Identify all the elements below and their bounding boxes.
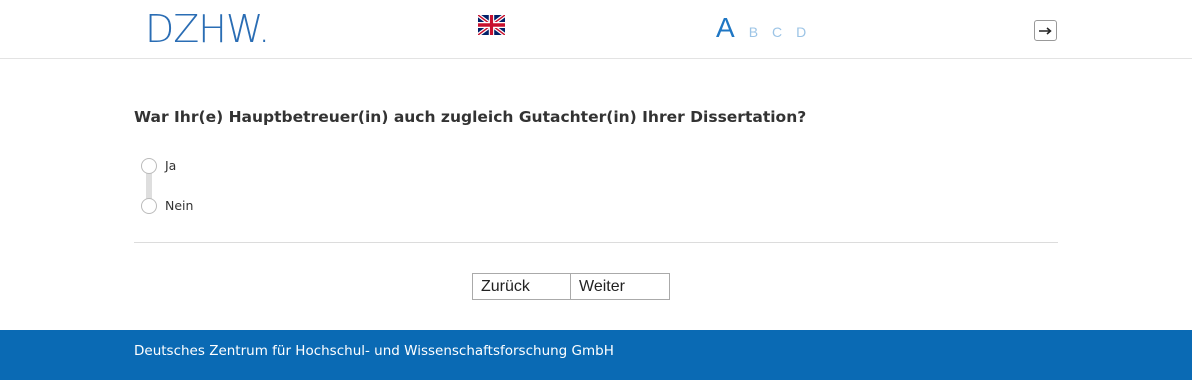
option-ja[interactable]: Ja [141, 157, 193, 174]
step-b: B [748, 24, 759, 40]
footer: Deutsches Zentrum für Hochschul- und Wis… [0, 330, 1192, 380]
uk-flag-icon[interactable] [478, 15, 505, 35]
logout-button[interactable] [1034, 20, 1057, 41]
answer-options: Ja Nein [141, 157, 193, 237]
step-a: A [716, 12, 735, 43]
dzhw-logo: DZHW. [145, 7, 270, 51]
option-ja-label[interactable]: Ja [165, 158, 176, 173]
option-nein-label[interactable]: Nein [165, 198, 193, 213]
logout-icon [1039, 26, 1052, 35]
option-nein[interactable]: Nein [141, 197, 193, 214]
radio-ja[interactable] [141, 157, 157, 174]
progress-steps: A B C D [716, 12, 820, 44]
back-button[interactable]: Zurück [472, 273, 571, 300]
divider [134, 242, 1058, 243]
step-c: C [772, 24, 783, 40]
question-text: War Ihr(e) Hauptbetreuer(in) auch zuglei… [134, 108, 807, 126]
next-button[interactable]: Weiter [571, 273, 670, 300]
radio-nein[interactable] [141, 197, 157, 214]
footer-text: Deutsches Zentrum für Hochschul- und Wis… [134, 343, 614, 359]
header: DZHW. A B C D [0, 0, 1192, 59]
step-d: D [796, 24, 807, 40]
navigation-buttons: Zurück Weiter [472, 273, 670, 300]
